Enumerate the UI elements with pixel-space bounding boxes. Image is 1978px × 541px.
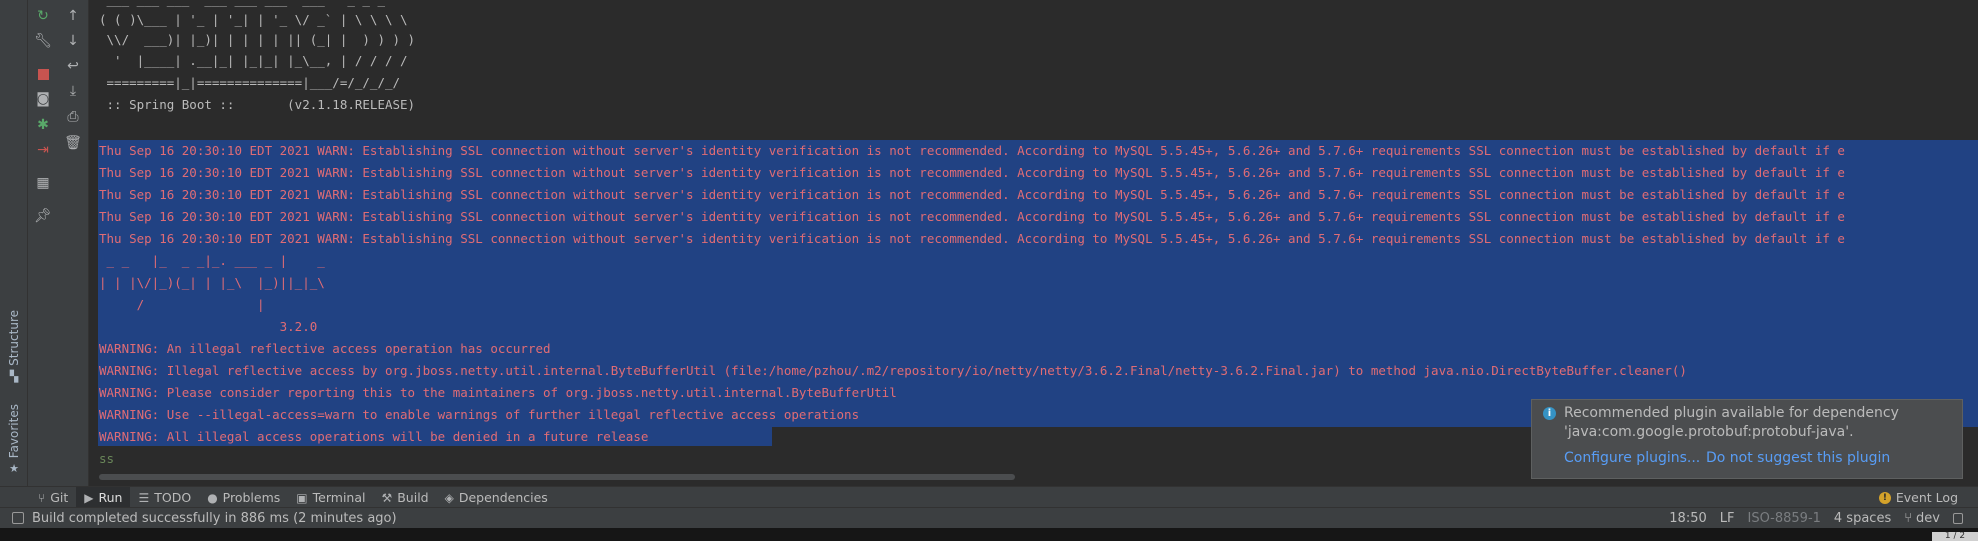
tool-window-bar: ⑂ Git ▶ Run ☰ TODO ● Problems ▣ Terminal…: [0, 486, 1978, 508]
configure-plugins-link[interactable]: Configure plugins...: [1564, 450, 1700, 466]
notification-dependency: 'java:com.google.protobuf:protobuf-java'…: [1564, 424, 1854, 440]
tab-terminal[interactable]: ▣ Terminal: [288, 487, 373, 508]
ascii-art-line: / |: [99, 297, 265, 312]
scroll-to-end-icon[interactable]: ⤓: [63, 81, 83, 101]
ssl-warning-line: Thu Sep 16 20:30:10 EDT 2021 WARN: Estab…: [99, 209, 1845, 224]
build-status-message[interactable]: Build completed successfully in 886 ms (…: [32, 511, 397, 526]
pin-icon[interactable]: 📌︎: [33, 206, 53, 226]
hammer-icon: ⚒: [381, 490, 393, 505]
list-icon: ☰: [138, 490, 150, 505]
tab-problems[interactable]: ● Problems: [199, 487, 288, 508]
line-separator[interactable]: LF: [1720, 511, 1735, 526]
ascii-art-version: 3.2.0: [99, 319, 318, 334]
desktop-strip: [0, 528, 1978, 541]
caret-position[interactable]: 18:50: [1669, 511, 1706, 526]
star-icon: ★: [9, 462, 19, 476]
illegal-access-warning: WARNING: All illegal access operations w…: [99, 429, 649, 444]
arrow-up-icon[interactable]: ↑: [63, 6, 83, 26]
layers-icon: ◈: [444, 490, 454, 505]
illegal-access-warning: WARNING: Use --illegal-access=warn to en…: [99, 407, 860, 422]
page-indicator: 1 / 2: [1932, 532, 1978, 541]
notification-message: Recommended plugin available for depende…: [1564, 405, 1899, 421]
banner-line: ( ( )\___ | '_ | '_| | '_ \/ _` | \ \ \ …: [99, 12, 408, 27]
trash-icon[interactable]: 🗑︎: [63, 133, 83, 153]
tab-dependencies-label: Dependencies: [458, 490, 548, 505]
run-toolbar-left: ↻ 🔧︎ ◙ ✱ ⇥ ▦ 📌︎: [28, 0, 58, 486]
tab-build-label: Build: [397, 490, 429, 505]
banner-line: =========|_|==============|___/=/_/_/_/: [99, 75, 401, 90]
stop-icon[interactable]: [33, 64, 53, 84]
tab-terminal-label: Terminal: [312, 490, 366, 505]
tab-todo[interactable]: ☰ TODO: [130, 487, 199, 508]
layout-icon[interactable]: ▦: [33, 173, 53, 193]
console-input-line[interactable]: ss: [99, 448, 114, 470]
lock-icon[interactable]: [1953, 512, 1963, 524]
soft-wrap-icon[interactable]: ↩: [63, 56, 83, 76]
tab-todo-label: TODO: [154, 490, 192, 505]
plugin-notification: i Recommended plugin available for depen…: [1531, 399, 1963, 479]
print-icon[interactable]: ⎙: [63, 107, 83, 127]
ssl-warning-line: Thu Sep 16 20:30:10 EDT 2021 WARN: Estab…: [99, 231, 1845, 246]
banner-line: \\/ ___)| |_)| | | | | || (_| | ) ) ) ): [99, 32, 416, 47]
illegal-access-warning: WARNING: Please consider reporting this …: [99, 385, 897, 400]
illegal-access-warning: WARNING: An illegal reflective access op…: [99, 341, 551, 356]
info-icon: i: [1543, 407, 1556, 420]
banner-line: ' |____| .__|_| |_|_| |_\__, | / / / /: [99, 53, 408, 68]
event-log-button[interactable]: ! Event Log: [1878, 487, 1958, 508]
do-not-suggest-link[interactable]: Do not suggest this plugin: [1706, 450, 1890, 466]
tab-run-label: Run: [98, 490, 123, 505]
illegal-access-warning: WARNING: Illegal reflective access by or…: [99, 363, 1687, 378]
tab-build[interactable]: ⚒ Build: [373, 487, 436, 508]
run-toolbar-right: ↑ ↓ ↩ ⤓ ⎙ 🗑︎: [58, 0, 89, 486]
file-encoding[interactable]: ISO-8859-1: [1747, 511, 1820, 526]
ascii-art-line: | | |\/|_)(_| | |_\ |_)||_|_\: [99, 275, 325, 290]
left-tool-stripe: Structure ▚ Favorites ★: [0, 0, 28, 486]
spring-boot-version: :: Spring Boot :: (v2.1.18.RELEASE): [99, 97, 416, 112]
play-icon: ▶: [84, 490, 94, 505]
tab-problems-label: Problems: [222, 490, 281, 505]
camera-icon[interactable]: ◙: [33, 89, 53, 109]
rerun-icon[interactable]: ↻: [33, 6, 53, 26]
indent-setting[interactable]: 4 spaces: [1834, 511, 1891, 526]
event-log-label: Event Log: [1895, 490, 1958, 505]
ssl-warning-line: Thu Sep 16 20:30:10 EDT 2021 WARN: Estab…: [99, 187, 1845, 202]
tab-git-label: Git: [50, 490, 69, 505]
debug-bug-icon[interactable]: ✱: [33, 115, 53, 135]
git-branch-icon: ⑂: [38, 490, 46, 505]
terminal-icon: ▣: [296, 490, 308, 505]
status-bar: Build completed successfully in 886 ms (…: [0, 507, 1978, 528]
ascii-art-line: _ _ |_ _ _|_. ___ _ | _: [99, 253, 325, 268]
window-toggle-icon[interactable]: [12, 512, 24, 524]
favorites-tab[interactable]: Favorites ★: [4, 404, 24, 475]
favorites-tab-label: Favorites: [7, 404, 21, 459]
tab-run[interactable]: ▶ Run: [76, 487, 131, 508]
structure-tab[interactable]: Structure ▚: [4, 310, 24, 383]
problems-icon: ●: [207, 490, 218, 505]
wrench-icon[interactable]: 🔧︎: [33, 31, 53, 51]
tab-git[interactable]: ⑂ Git: [30, 487, 76, 508]
branch-icon: ⑂: [1904, 510, 1913, 526]
arrow-down-icon[interactable]: ↓: [63, 31, 83, 51]
event-log-icon: !: [1878, 491, 1891, 504]
structure-icon: ▚: [9, 369, 19, 383]
horizontal-scrollbar[interactable]: [99, 474, 1015, 480]
git-branch-name: dev: [1916, 510, 1940, 526]
structure-tab-label: Structure: [7, 310, 21, 366]
git-branch-widget[interactable]: ⑂ dev: [1904, 511, 1940, 526]
ssl-warning-line: Thu Sep 16 20:30:10 EDT 2021 WARN: Estab…: [99, 165, 1845, 180]
tab-dependencies[interactable]: ◈ Dependencies: [437, 487, 556, 508]
ssl-warning-line: Thu Sep 16 20:30:10 EDT 2021 WARN: Estab…: [99, 143, 1845, 158]
exit-icon[interactable]: ⇥: [33, 140, 53, 160]
